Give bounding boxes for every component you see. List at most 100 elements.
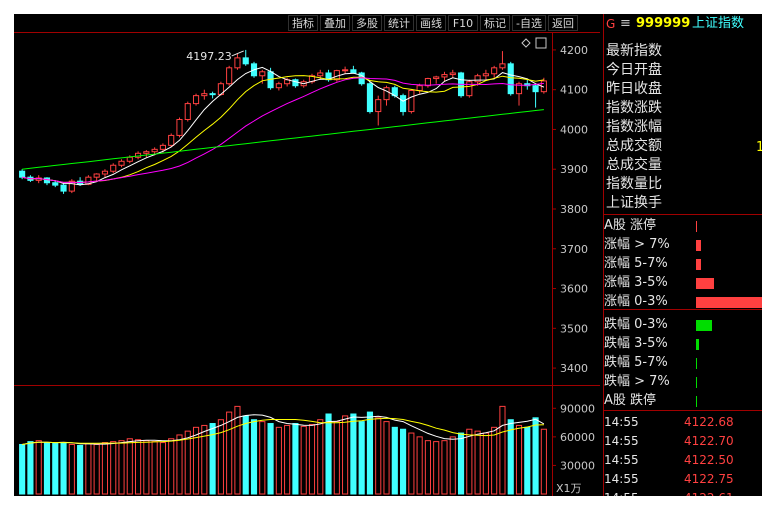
volume-bar[interactable]: [474, 430, 481, 495]
volume-bar[interactable]: [391, 426, 398, 495]
volume-bar[interactable]: [135, 439, 142, 495]
volume-bar[interactable]: [234, 405, 241, 495]
volume-bar[interactable]: [524, 426, 531, 495]
volume-bar[interactable]: [284, 424, 291, 495]
volume-bar[interactable]: [308, 423, 316, 495]
candle-body[interactable]: [482, 73, 489, 77]
candle-body[interactable]: [507, 63, 514, 95]
volume-bar[interactable]: [267, 423, 274, 495]
candle-body[interactable]: [433, 76, 440, 80]
toolbar-button-7[interactable]: -自选: [512, 15, 546, 31]
volume-bar[interactable]: [457, 432, 465, 495]
candle-body[interactable]: [143, 151, 150, 154]
candle-body[interactable]: [43, 177, 51, 184]
volume-bar[interactable]: [126, 438, 133, 495]
toolbar-button-3[interactable]: 统计: [384, 15, 414, 31]
candle-body[interactable]: [52, 182, 59, 186]
volume-bar[interactable]: [19, 443, 26, 495]
volume-bar[interactable]: [449, 436, 456, 495]
volume-bar[interactable]: [226, 411, 233, 495]
toolbar-button-1[interactable]: 叠加: [320, 15, 350, 31]
volume-bar[interactable]: [217, 419, 224, 495]
candle-body[interactable]: [226, 67, 233, 85]
candle-body[interactable]: [151, 148, 158, 153]
volume-bar[interactable]: [408, 432, 415, 495]
volume-bar[interactable]: [184, 430, 191, 495]
volume-bar[interactable]: [400, 428, 407, 495]
volume-bar[interactable]: [151, 441, 158, 495]
volume-bar[interactable]: [532, 417, 539, 495]
volume-bar[interactable]: [93, 443, 100, 495]
candle-body[interactable]: [466, 81, 473, 97]
volume-bar[interactable]: [350, 413, 357, 495]
volume-bar[interactable]: [60, 442, 67, 495]
volume-bar[interactable]: [383, 421, 390, 495]
volume-bar[interactable]: [143, 440, 150, 495]
toolbar-button-8[interactable]: 返回: [548, 15, 578, 31]
volume-bar[interactable]: [325, 413, 332, 495]
toolbar-button-0[interactable]: 指标: [288, 15, 318, 31]
candle-body[interactable]: [275, 83, 282, 89]
menu-icon[interactable]: ≡: [620, 16, 631, 32]
volume-bar[interactable]: [275, 426, 282, 495]
volume-bar[interactable]: [35, 440, 42, 495]
volume-bar[interactable]: [342, 415, 349, 495]
toolbar-button-5[interactable]: F10: [448, 15, 478, 31]
volume-bar[interactable]: [85, 443, 92, 495]
candle-body[interactable]: [159, 144, 166, 150]
volume-bar[interactable]: [416, 436, 423, 495]
toolbar-button-2[interactable]: 多股: [352, 15, 382, 31]
volume-bar[interactable]: [110, 441, 117, 495]
volume-bar[interactable]: [466, 428, 473, 495]
volume-bar[interactable]: [77, 444, 84, 495]
candle-body[interactable]: [110, 164, 117, 172]
volume-bar[interactable]: [101, 442, 109, 495]
candle-body[interactable]: [416, 85, 423, 91]
candle-body[interactable]: [126, 156, 133, 162]
candle-body[interactable]: [317, 72, 324, 77]
candle-body[interactable]: [342, 69, 349, 72]
volume-bar[interactable]: [118, 440, 125, 495]
volume-bar[interactable]: [292, 423, 299, 495]
volume-bar[interactable]: [499, 405, 506, 495]
candle-body[interactable]: [168, 134, 175, 146]
candle-body[interactable]: [491, 67, 498, 75]
candle-body[interactable]: [375, 99, 382, 113]
candle-body[interactable]: [366, 83, 374, 113]
candle-body[interactable]: [292, 79, 299, 87]
candle-body[interactable]: [192, 95, 200, 105]
volume-bar[interactable]: [27, 441, 34, 495]
volume-bar[interactable]: [242, 415, 249, 495]
candle-body[interactable]: [474, 75, 481, 83]
volume-bar[interactable]: [482, 432, 489, 495]
candle-body[interactable]: [234, 57, 241, 69]
volume-bar[interactable]: [317, 419, 324, 495]
volume-bar[interactable]: [259, 421, 266, 495]
volume-bar[interactable]: [441, 440, 448, 495]
diamond-icon[interactable]: [521, 38, 531, 48]
candle-body[interactable]: [19, 170, 26, 178]
volume-bar[interactable]: [433, 441, 440, 495]
volume-bar[interactable]: [43, 442, 51, 495]
volume-bar[interactable]: [68, 443, 75, 495]
volume-bar[interactable]: [52, 443, 59, 495]
candle-body[interactable]: [201, 93, 208, 97]
volume-bar[interactable]: [540, 428, 547, 495]
candle-body[interactable]: [383, 87, 390, 101]
volume-bar[interactable]: [159, 442, 166, 495]
toolbar-button-4[interactable]: 画线: [416, 15, 446, 31]
volume-bar[interactable]: [375, 417, 382, 495]
volume-bar[interactable]: [168, 438, 175, 495]
candle-body[interactable]: [449, 72, 456, 76]
volume-bar[interactable]: [424, 440, 431, 495]
candle-body[interactable]: [101, 170, 109, 175]
volume-bar[interactable]: [176, 434, 183, 495]
candle-body[interactable]: [259, 71, 266, 77]
candle-body[interactable]: [242, 57, 249, 65]
candle-body[interactable]: [184, 103, 191, 121]
candle-body[interactable]: [60, 184, 67, 192]
toolbar-button-6[interactable]: 标记: [480, 15, 510, 31]
volume-bar[interactable]: [300, 425, 307, 495]
candle-body[interactable]: [350, 69, 357, 74]
volume-bar[interactable]: [491, 426, 498, 495]
